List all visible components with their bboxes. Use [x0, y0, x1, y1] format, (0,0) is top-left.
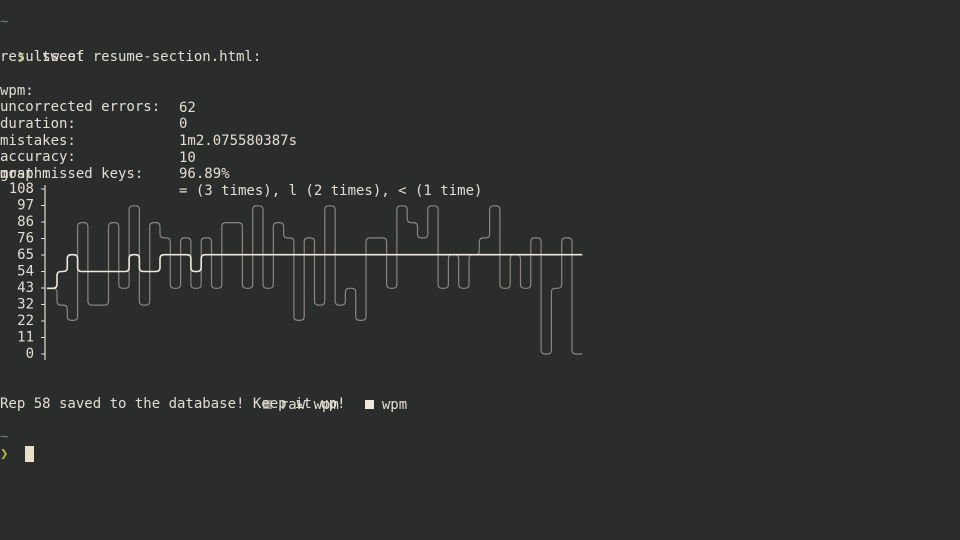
y-tick-label: 0: [26, 346, 34, 362]
y-tick-label: 97: [17, 198, 34, 214]
y-tick-label: 32: [17, 297, 34, 313]
legend-wpm: wpm: [348, 380, 407, 413]
command-line: ❯ sweet: [0, 32, 84, 65]
terminal-cursor[interactable]: [25, 446, 34, 462]
stat-accuracy: accuracy: 96.89%: [0, 132, 960, 182]
stat-wpm: wpm: 62: [0, 66, 960, 116]
y-tick-label: 65: [17, 247, 34, 263]
y-tick-label: 86: [17, 214, 34, 230]
y-tick-label: 11: [17, 330, 34, 346]
legend-raw-wpm: raw wpm: [246, 380, 339, 413]
y-tick-label: 108: [9, 181, 34, 197]
stat-uncorrected-errors: uncorrected errors: 0: [0, 82, 960, 132]
legend-swatch-wpm: [364, 399, 374, 409]
prompt-glyph-icon: ❯: [0, 446, 9, 462]
y-tick-label: 54: [17, 264, 34, 280]
legend-label: wpm: [381, 397, 408, 413]
series-line-raw-wpm: [47, 205, 583, 355]
cwd-top: ~: [0, 14, 9, 30]
stat-duration: duration: 1m2.075580387s: [0, 99, 960, 149]
results-header: results of resume-section.html:: [0, 49, 262, 65]
stat-most-missed-keys: most missed keys: = (3 times), l (2 time…: [0, 149, 960, 199]
saved-message: Rep 58 saved to the database! Keep it up…: [0, 396, 346, 412]
stat-mistakes: mistakes: 10: [0, 116, 960, 166]
y-tick-label: 76: [17, 231, 34, 247]
y-tick-label: 43: [17, 280, 34, 296]
wpm-graph: 1089786766554433222110: [9, 181, 583, 362]
y-tick-label: 22: [17, 313, 34, 329]
cwd-bottom: ~: [0, 429, 9, 445]
